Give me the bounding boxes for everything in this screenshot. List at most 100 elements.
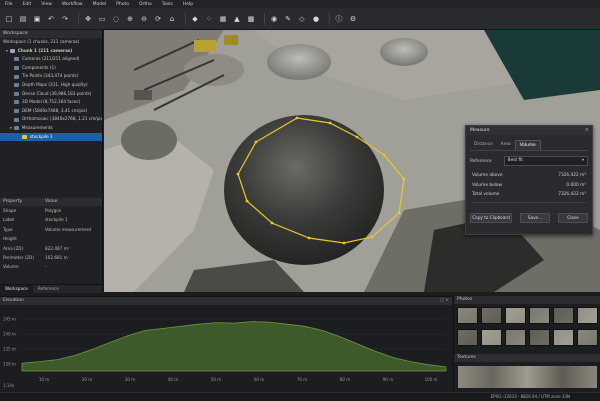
tree-item[interactable]: 3D Model (8,752,164 faces): [0, 98, 102, 107]
reference-select[interactable]: Best fit ▾: [503, 156, 588, 166]
navigation-icon[interactable]: ✥: [83, 14, 93, 24]
tiled-model-icon[interactable]: ▦: [218, 14, 228, 24]
photo-thumbnail[interactable]: [577, 329, 598, 346]
marker-icon[interactable]: ●: [311, 14, 321, 24]
tree-item-label: Cameras (211/211 aligned): [22, 56, 80, 62]
menu-workflow[interactable]: Workflow: [57, 2, 88, 7]
settings-icon[interactable]: ⚙: [348, 14, 358, 24]
tab-distance[interactable]: Distance: [470, 140, 497, 150]
tree-item[interactable]: Components (1): [0, 64, 102, 73]
ruler-icon[interactable]: ✎: [283, 14, 293, 24]
photo-thumbnail[interactable]: [505, 307, 526, 324]
total-volume-label: Total volume: [472, 192, 500, 197]
tab-reference[interactable]: Reference: [33, 285, 64, 293]
property-name: Type: [3, 226, 13, 232]
tree-item[interactable]: Orthomosaic (3840x2768, 1.21 cm/pix): [0, 115, 102, 124]
info-icon[interactable]: ⓘ: [334, 14, 344, 24]
menu-help[interactable]: Help: [178, 2, 198, 7]
save-button[interactable]: Save...: [520, 212, 550, 223]
y-tick-label: 140 m: [3, 332, 16, 337]
panel-controls-icon[interactable]: ◻ ×: [440, 297, 449, 305]
property-row: Height: [0, 234, 102, 243]
tab-workspace[interactable]: Workspace: [0, 285, 33, 293]
photo-thumbnail[interactable]: [457, 329, 478, 346]
menu-view[interactable]: View: [36, 2, 57, 7]
menu-ortho[interactable]: Ortho: [134, 2, 157, 7]
photo-thumbnail[interactable]: [577, 307, 598, 324]
tree-item-label: Tie Points (343,474 points): [22, 73, 79, 79]
lasso-icon[interactable]: ◌: [111, 14, 121, 24]
property-row: Type Volume measurement: [0, 225, 102, 234]
polygon-icon: [22, 134, 27, 139]
measure-dialog: Measure × Distance Area Volume Reference…: [465, 125, 593, 235]
undo-icon[interactable]: ↶: [46, 14, 56, 24]
menu-model[interactable]: Model: [88, 2, 112, 7]
photo-thumbnail[interactable]: [529, 307, 550, 324]
value-column-header: Value: [45, 199, 58, 204]
menu-file[interactable]: File: [0, 2, 18, 7]
photo-thumbnail[interactable]: [553, 329, 574, 346]
rectangle-selection-icon[interactable]: ▭: [97, 14, 107, 24]
x-tick-label: 70 m: [297, 377, 307, 382]
workspace-root[interactable]: Workspace (1 chunks, 211 cameras): [0, 38, 102, 47]
rotate-icon[interactable]: ⟳: [153, 14, 163, 24]
tree-item[interactable]: DEM (5840x7488, 3.41 cm/pix): [0, 107, 102, 116]
reset-view-icon[interactable]: ⌂: [167, 14, 177, 24]
tree-item[interactable]: Dense Cloud (36,986,183 points): [0, 90, 102, 99]
reference-row: Reference Best fit ▾: [470, 156, 588, 166]
menu-photo[interactable]: Photo: [111, 2, 134, 7]
x-tick-label: 60 m: [254, 377, 264, 382]
left-panel-tabs: Workspace Reference: [0, 284, 102, 293]
photo-thumbnail[interactable]: [457, 307, 478, 324]
measurement-item-stockpile[interactable]: stockpile 1: [0, 132, 102, 142]
new-icon[interactable]: □: [4, 14, 14, 24]
photo-thumbnail[interactable]: [505, 329, 526, 346]
dense-cloud-icon: [14, 91, 19, 96]
property-value: -: [45, 264, 47, 270]
photo-thumbnail[interactable]: [481, 329, 502, 346]
property-value: 102.681 m: [45, 254, 68, 260]
property-row: Shape Polygon: [0, 206, 102, 215]
orthomosaic-icon: [14, 117, 19, 122]
save-icon[interactable]: ▣: [32, 14, 42, 24]
photo-thumbnail[interactable]: [553, 307, 574, 324]
tab-area[interactable]: Area: [497, 140, 515, 150]
chunk-item[interactable]: ▾ Chunk 1 (211 cameras): [0, 47, 102, 56]
tree-item[interactable]: Tie Points (343,474 points): [0, 72, 102, 81]
photo-thumbnail[interactable]: [529, 329, 550, 346]
shape-icon[interactable]: ◇: [297, 14, 307, 24]
close-icon[interactable]: ×: [585, 127, 589, 133]
menu-tools[interactable]: Tools: [157, 2, 178, 7]
property-column-header: Property: [3, 199, 23, 204]
camera-icon: [14, 57, 19, 62]
redo-icon[interactable]: ↷: [60, 14, 70, 24]
elevation-chart[interactable]: 145 m 140 m 135 m 130 m 10 m 20 m 30 m 40 m 50 m…: [0, 305, 452, 385]
point-cloud-icon[interactable]: ⁘: [204, 14, 214, 24]
photo-thumbnail[interactable]: [481, 307, 502, 324]
tree-item-label: Dense Cloud (36,986,183 points): [22, 90, 92, 96]
copy-to-clipboard-button[interactable]: Copy to Clipboard: [470, 212, 512, 223]
total-volume-value: 7326.422 m³: [558, 192, 586, 197]
model-view-icon[interactable]: ◆: [190, 14, 200, 24]
tree-item[interactable]: ▾ Measurements: [0, 124, 102, 133]
dem-icon: [14, 109, 19, 114]
textures-panel: Textures: [453, 354, 600, 392]
tab-volume[interactable]: Volume: [514, 140, 541, 150]
ortho-icon[interactable]: ▩: [246, 14, 256, 24]
menu-bar: File Edit View Workflow Model Photo Ortho Tools…: [0, 0, 600, 8]
close-button[interactable]: Close: [558, 212, 588, 223]
workspace-root-label: Workspace (1 chunks, 211 cameras): [3, 39, 80, 44]
open-icon[interactable]: ▤: [18, 14, 28, 24]
property-value: Polygon: [45, 208, 62, 213]
property-value[interactable]: stockpile 1: [45, 215, 102, 224]
tree-item[interactable]: Cameras (211/211 aligned): [0, 55, 102, 64]
tree-item[interactable]: Depth Maps (211, High quality): [0, 81, 102, 90]
tree-item-label: 3D Model (8,752,164 faces): [22, 99, 81, 105]
zoom-out-icon[interactable]: ⊖: [139, 14, 149, 24]
menu-edit[interactable]: Edit: [18, 2, 37, 7]
camera-icon[interactable]: ◉: [269, 14, 279, 24]
property-name: Area (2D): [3, 245, 24, 251]
property-name: Volume: [3, 264, 19, 270]
dem-icon[interactable]: ▲: [232, 14, 242, 24]
zoom-in-icon[interactable]: ⊕: [125, 14, 135, 24]
